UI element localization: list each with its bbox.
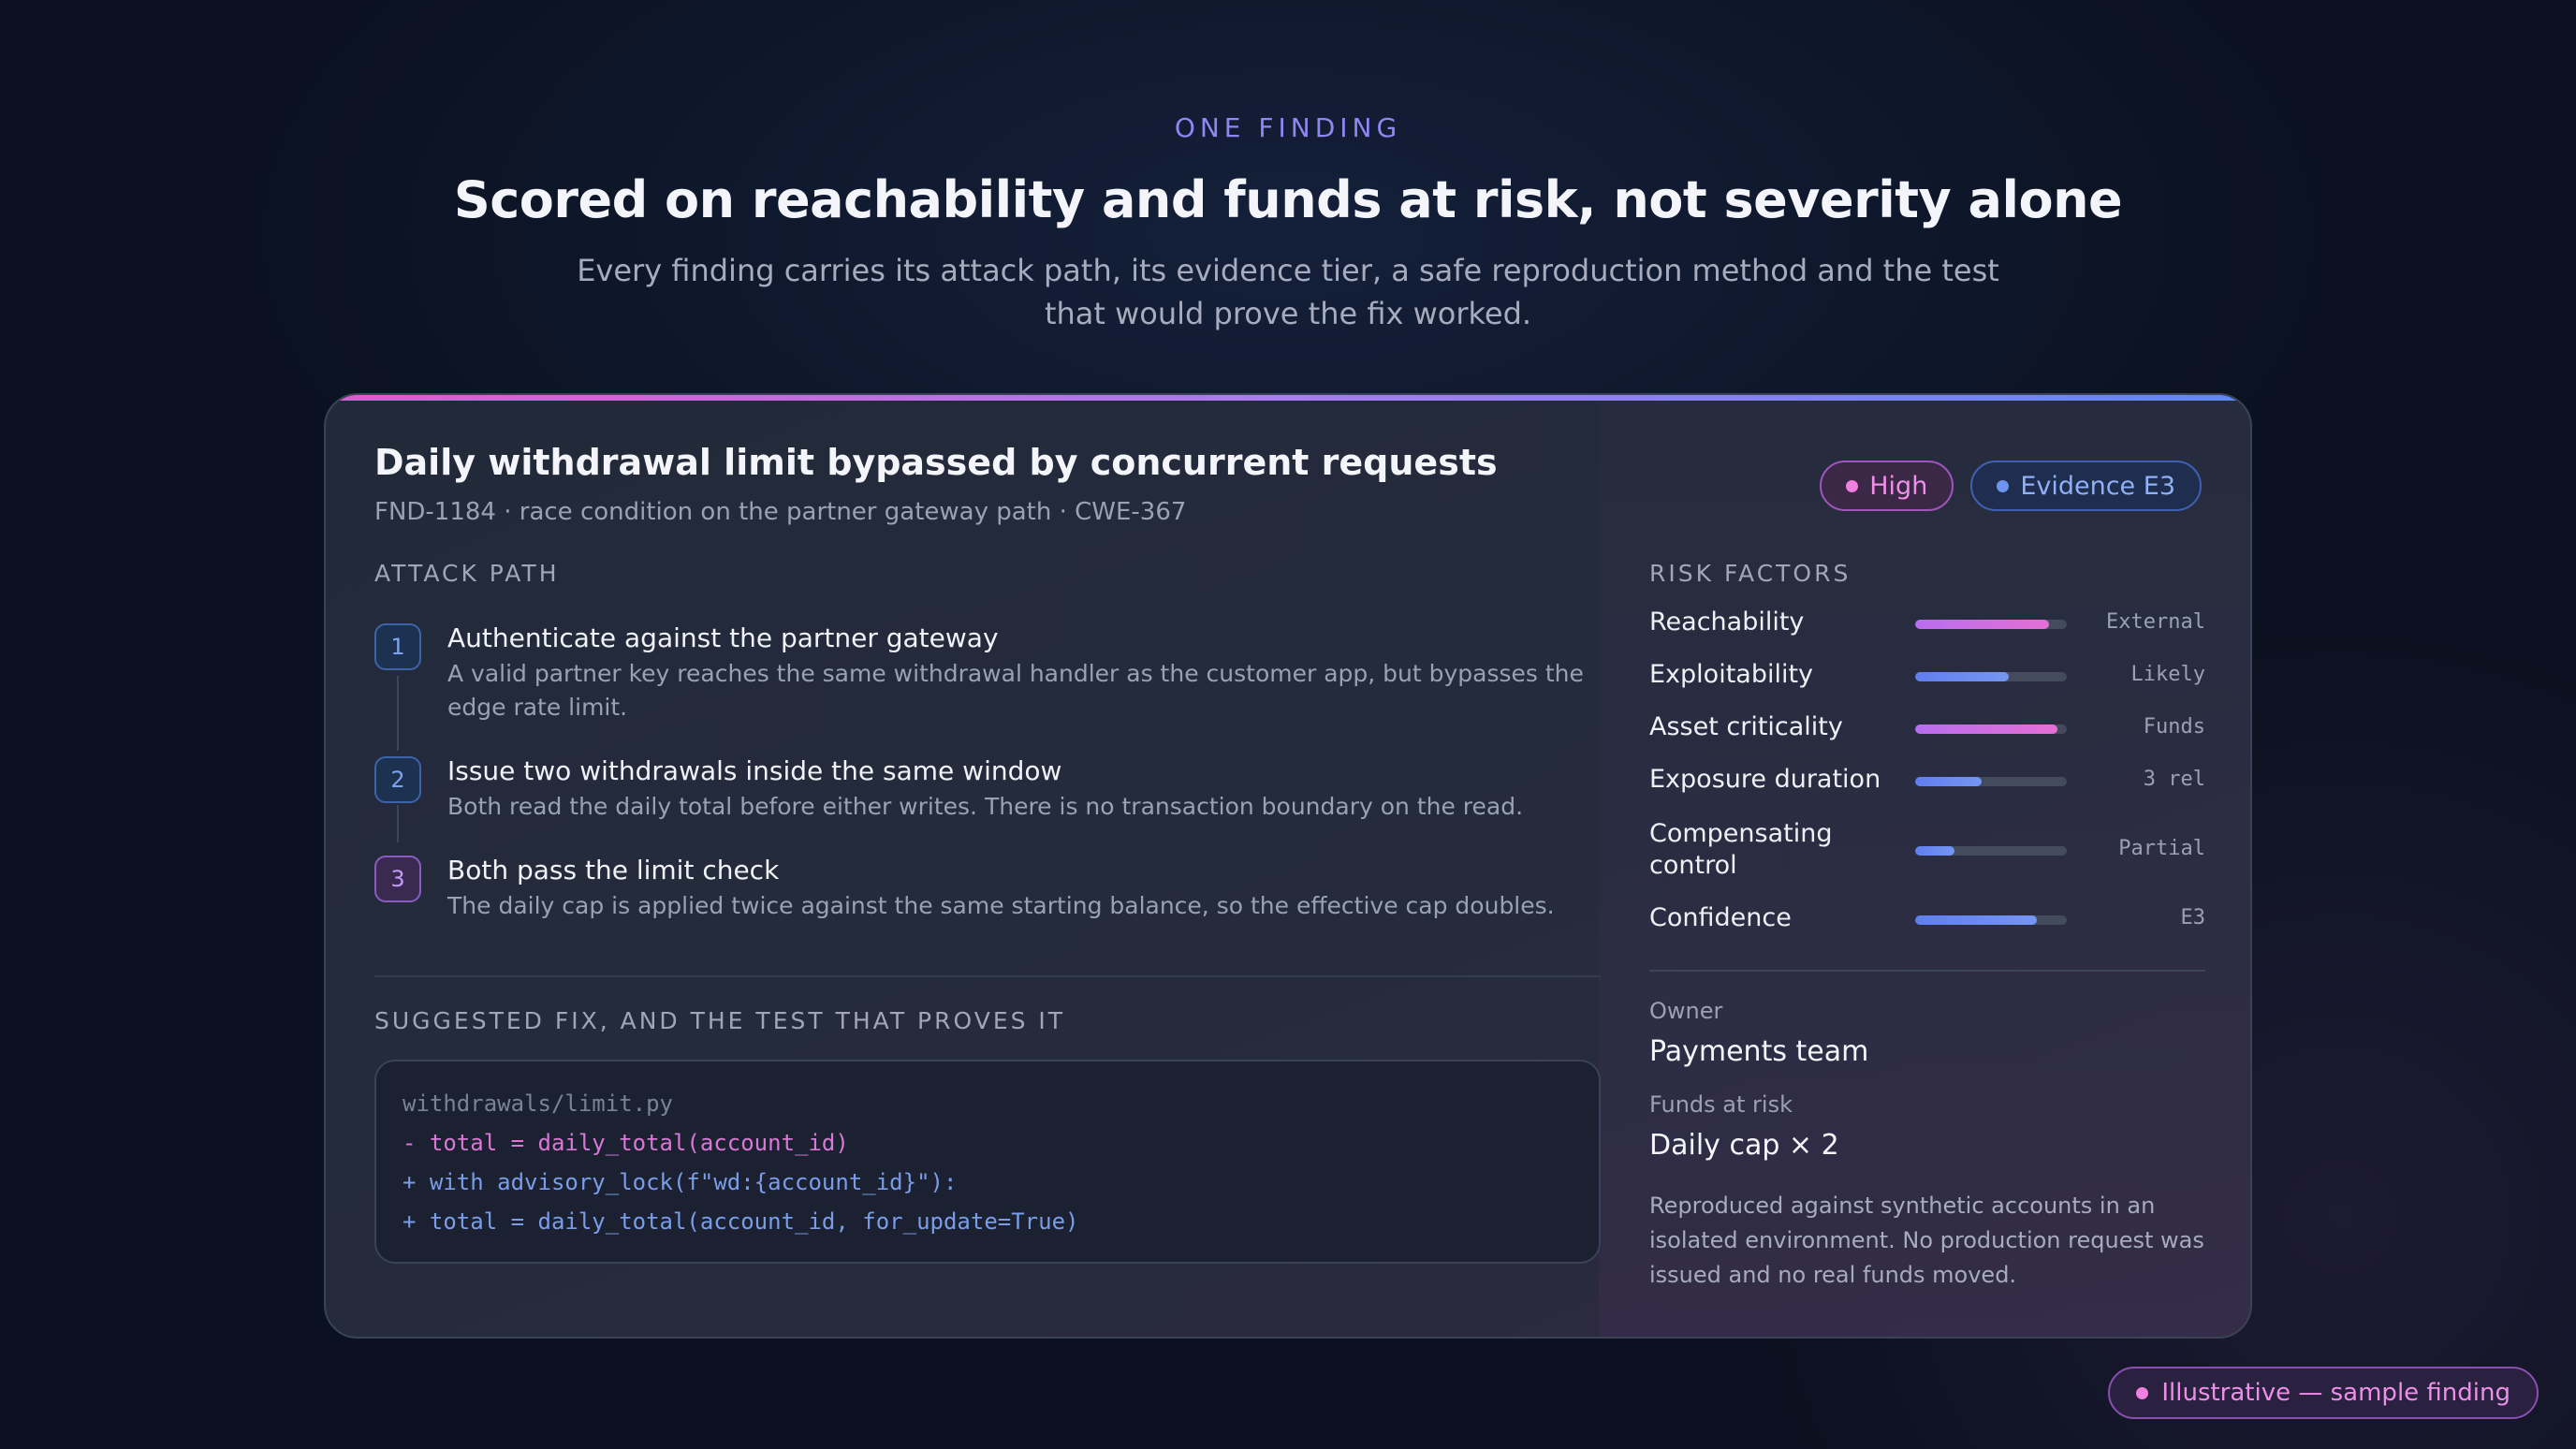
finding-title: Daily withdrawal limit bypassed by concu… bbox=[374, 442, 1498, 483]
page-headline: Scored on reachability and funds at risk… bbox=[453, 170, 2123, 229]
section-divider bbox=[374, 975, 1601, 977]
funds-label: Funds at risk bbox=[1649, 1091, 1793, 1118]
risk-factor-bar bbox=[1915, 620, 2067, 629]
step-description: The daily cap is applied twice against t… bbox=[447, 892, 1555, 919]
code-line-added: + with advisory_lock(f"wd:{account_id}")… bbox=[402, 1169, 958, 1195]
attack-path-label: ATTACK PATH bbox=[374, 560, 560, 587]
eyebrow-label: ONE FINDING bbox=[1174, 112, 1402, 143]
illustrative-dot-icon bbox=[2136, 1386, 2149, 1399]
risk-factor-bar bbox=[1915, 672, 2067, 681]
fix-label: SUGGESTED FIX, AND THE TEST THAT PROVES … bbox=[374, 1007, 1066, 1034]
risk-factor-bar bbox=[1915, 724, 2067, 734]
evidence-badge: Evidence E3 bbox=[1970, 461, 2202, 511]
risk-factor-name: Asset criticality bbox=[1649, 712, 1843, 741]
risk-factor-row: Confidence E3 bbox=[1649, 902, 2205, 968]
illustrative-label: Illustrative — sample finding bbox=[2161, 1379, 2510, 1407]
risk-factor-value: Partial bbox=[2118, 837, 2205, 860]
page-lede: Every finding carries its attack path, i… bbox=[577, 253, 1999, 331]
finding-badges: High Evidence E3 bbox=[1820, 461, 2202, 511]
code-line-removed: - total = daily_total(account_id) bbox=[402, 1130, 849, 1156]
risk-factor-name: Exposure duration bbox=[1649, 765, 1881, 794]
risk-factor-bar-fill bbox=[1915, 846, 1955, 856]
step-title: Authenticate against the partner gateway bbox=[447, 622, 999, 653]
finding-subtitle: FND-1184 · race condition on the partner… bbox=[374, 498, 1187, 526]
code-filename: withdrawals/limit.py bbox=[402, 1090, 673, 1117]
owner-value: Payments team bbox=[1649, 1035, 1869, 1068]
risk-factor-bar bbox=[1915, 777, 2067, 786]
risk-factor-row: Compensating control Partial bbox=[1649, 818, 2205, 884]
evidence-label: Evidence E3 bbox=[2020, 471, 2175, 501]
funds-value: Daily cap × 2 bbox=[1649, 1129, 1839, 1162]
code-line-added: + total = daily_total(account_id, for_up… bbox=[402, 1208, 1079, 1235]
risk-factor-name: Exploitability bbox=[1649, 660, 1814, 689]
owner-label: Owner bbox=[1649, 998, 1723, 1024]
severity-badge: High bbox=[1820, 461, 1954, 511]
step-number: 1 bbox=[374, 623, 421, 670]
risk-factor-bar-fill bbox=[1915, 915, 2037, 925]
illustrative-badge: Illustrative — sample finding bbox=[2108, 1367, 2539, 1419]
risk-factor-bar bbox=[1915, 846, 2067, 856]
step-number: 2 bbox=[374, 756, 421, 803]
risk-factor-bar-fill bbox=[1915, 777, 1983, 786]
severity-label: High bbox=[1869, 471, 1928, 501]
risk-factor-value: 3 rel bbox=[2143, 768, 2205, 791]
code-diff: withdrawals/limit.py - total = daily_tot… bbox=[374, 1060, 1601, 1264]
step-title: Issue two withdrawals inside the same wi… bbox=[447, 755, 1062, 786]
risk-factor-value: E3 bbox=[2180, 906, 2206, 929]
attack-step: 1 Authenticate against the partner gatew… bbox=[374, 620, 1601, 724]
finding-card: Daily withdrawal limit bypassed by concu… bbox=[324, 393, 2252, 1339]
risk-factor-name: Compensating control bbox=[1649, 819, 1833, 880]
attack-step: 3 Both pass the limit check The daily ca… bbox=[374, 852, 1601, 923]
attack-step: 2 Issue two withdrawals inside the same … bbox=[374, 753, 1601, 824]
risk-factor-bar-fill bbox=[1915, 672, 2010, 681]
risk-factor-value: External bbox=[2106, 610, 2205, 634]
step-title: Both pass the limit check bbox=[447, 855, 780, 886]
severity-dot-icon bbox=[1846, 479, 1859, 492]
risk-factor-value: Likely bbox=[2130, 663, 2205, 686]
risk-factor-name: Reachability bbox=[1649, 607, 1805, 637]
risk-factor-name: Confidence bbox=[1649, 903, 1792, 932]
risk-factor-bar-fill bbox=[1915, 724, 2058, 734]
section-divider bbox=[1649, 970, 2205, 972]
risk-factor-value: Funds bbox=[2143, 715, 2205, 739]
step-description: Both read the daily total before either … bbox=[447, 793, 1524, 820]
risk-factor-bar bbox=[1915, 915, 2067, 925]
risk-factors-label: RISK FACTORS bbox=[1649, 560, 1852, 587]
step-number: 3 bbox=[374, 856, 421, 902]
evidence-dot-icon bbox=[1997, 479, 2010, 492]
reproduction-note: Reproduced against synthetic accounts in… bbox=[1649, 1193, 2204, 1288]
step-description: A valid partner key reaches the same wit… bbox=[447, 660, 1584, 721]
risk-factor-bar-fill bbox=[1915, 620, 2049, 629]
